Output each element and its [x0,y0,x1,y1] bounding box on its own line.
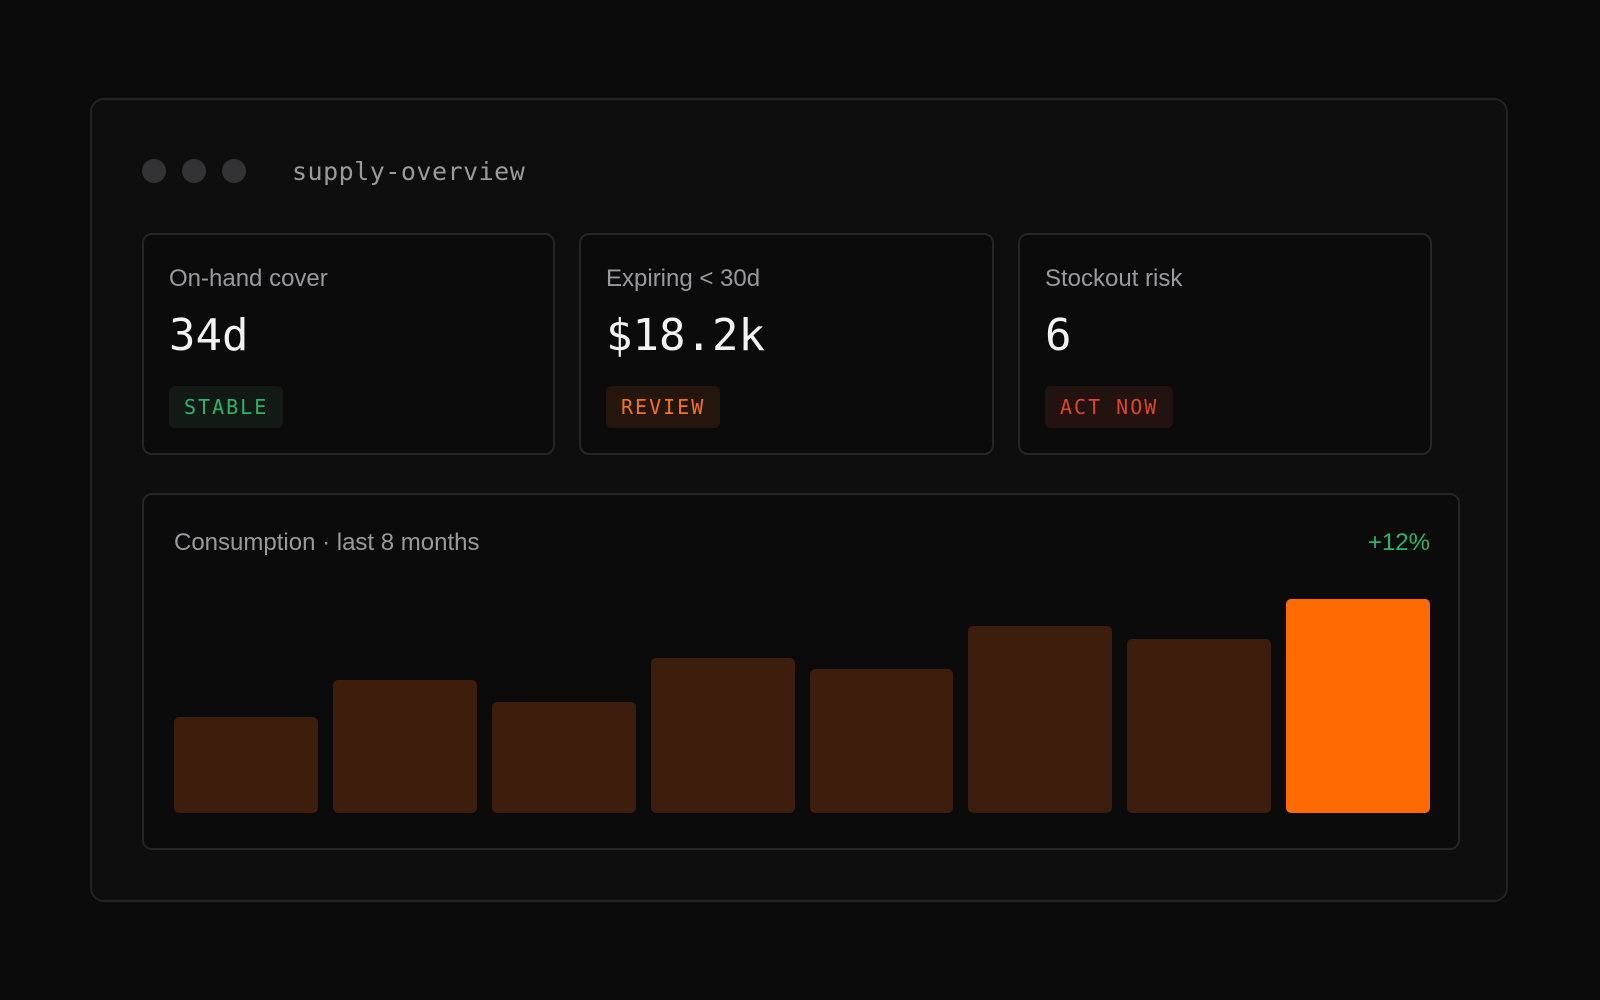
chart-title: Consumption · last 8 months [174,529,480,556]
chart-bar [332,680,477,813]
metric-card-expiring: Expiring < 30d $18.2k REVIEW [579,233,994,455]
metric-label: On-hand cover [169,265,328,292]
chart-bar [1127,638,1272,813]
title-bar: supply-overview [142,156,525,186]
status-badge: STABLE [169,386,284,428]
minimize-window-button[interactable] [182,159,206,183]
metric-card-on-hand-cover: On-hand cover 34d STABLE [142,233,555,455]
metric-value: 34d [169,310,249,361]
metric-value: $18.2k [606,310,765,361]
chart-bar [809,669,954,813]
chart-bar [650,658,795,813]
metric-label: Expiring < 30d [606,265,761,292]
chart-bar [1286,599,1430,813]
chart-bar [968,625,1113,813]
consumption-chart-panel: Consumption · last 8 months +12% [142,493,1460,850]
metric-card-stockout-risk: Stockout risk 6 ACT NOW [1018,233,1432,455]
status-badge: ACT NOW [1045,386,1174,428]
metric-label: Stockout risk [1045,265,1183,292]
chart-bar [174,717,318,813]
app-window: supply-overview On-hand cover 34d STABLE… [90,98,1508,902]
chart-change-indicator: +12% [1367,529,1430,556]
close-window-button[interactable] [142,159,166,183]
chart-bar [491,701,636,813]
status-badge: REVIEW [606,386,721,428]
bar-chart [174,595,1430,813]
maximize-window-button[interactable] [222,159,246,183]
window-title: supply-overview [292,156,526,186]
metric-value: 6 [1045,310,1072,361]
